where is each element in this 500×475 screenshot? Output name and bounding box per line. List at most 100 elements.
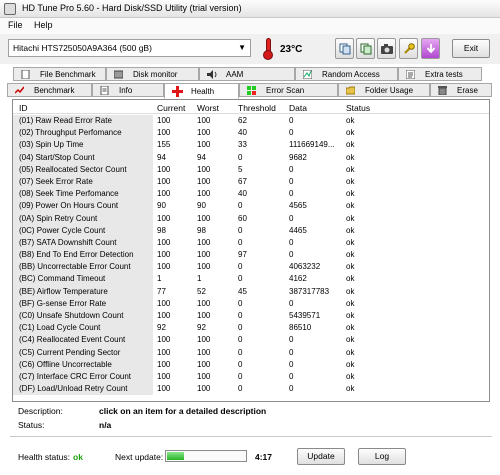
divider xyxy=(10,436,492,437)
log-button[interactable]: Log xyxy=(358,448,406,465)
status-value: ok xyxy=(346,237,355,247)
screenshot-button[interactable] xyxy=(377,38,396,59)
tab-aam[interactable]: AAM xyxy=(199,67,295,81)
raw-data-value: 387317783 xyxy=(289,286,330,296)
threshold-value: 0 xyxy=(238,323,243,333)
toolbar: Hitachi HTS725050A9A364 (500 gB) ▼ 23°C … xyxy=(0,34,500,64)
col-header-threshold[interactable]: Threshold xyxy=(238,103,276,113)
tab-file-benchmark[interactable]: File Benchmark xyxy=(13,67,106,81)
exit-button[interactable]: Exit xyxy=(452,39,490,58)
status-value: ok xyxy=(346,225,355,235)
col-header-data[interactable]: Data xyxy=(289,103,307,113)
attribute-name: (09) Power On Hours Count xyxy=(13,200,153,213)
tab-health[interactable]: Health xyxy=(164,83,239,99)
table-row[interactable]: (C7) Interface CRC Error Count 100 100 0 0 ok xyxy=(13,370,489,384)
threshold-value: 67 xyxy=(238,176,247,186)
current-value: 100 xyxy=(157,128,171,138)
status-value: ok xyxy=(346,176,355,186)
table-row[interactable]: (05) Reallocated Sector Count 100 100 5 0 ok xyxy=(13,163,489,176)
threshold-value: 5 xyxy=(238,164,243,174)
col-header-status[interactable]: Status xyxy=(346,103,370,113)
speaker-icon xyxy=(207,70,217,79)
tab-random-access[interactable]: Random Access xyxy=(295,67,398,81)
table-row[interactable]: (BF) G-sense Error Rate 100 100 0 0 ok xyxy=(13,297,489,310)
copy-button[interactable] xyxy=(335,38,354,59)
worst-value: 100 xyxy=(197,140,211,150)
table-row[interactable]: (B8) End To End Error Detection 100 100 97 0… xyxy=(13,249,489,262)
smart-table: ID Current Worst Threshold Data Status (… xyxy=(12,99,490,402)
trash-icon xyxy=(438,86,447,95)
status-bar: Health status: ok Next update: 4:17 Upda… xyxy=(0,445,500,467)
menu-help[interactable]: Help xyxy=(34,20,53,30)
col-header-worst[interactable]: Worst xyxy=(197,103,219,113)
attribute-name: (C0) Unsafe Shutdown Count xyxy=(13,310,153,323)
table-row[interactable]: (BC) Command Timeout 1 1 0 4162 ok xyxy=(13,273,489,286)
title-bar: HD Tune Pro 5.60 - Hard Disk/SSD Utility… xyxy=(0,0,500,18)
table-row[interactable]: (04) Start/Stop Count 94 94 0 9682 ok xyxy=(13,151,489,164)
menu-file[interactable]: File xyxy=(8,20,23,30)
col-header-id[interactable]: ID xyxy=(19,103,28,113)
info-icon xyxy=(100,86,109,95)
table-row[interactable]: (BB) Uncorrectable Error Count 100 100 0 406… xyxy=(13,261,489,274)
threshold-value: 0 xyxy=(238,152,243,162)
drive-select[interactable]: Hitachi HTS725050A9A364 (500 gB) ▼ xyxy=(8,39,251,57)
worst-value: 100 xyxy=(197,237,211,247)
table-row[interactable]: (08) Seek Time Perfomance 100 100 40 0 ok xyxy=(13,188,489,201)
table-row[interactable]: (C6) Offline Uncorrectable 100 100 0 0 ok xyxy=(13,358,489,371)
table-row[interactable]: (C5) Current Pending Sector 100 100 0 0 ok xyxy=(13,346,489,359)
tab-extra-tests[interactable]: Extra tests xyxy=(398,67,482,81)
status-value: ok xyxy=(346,213,355,223)
col-header-current[interactable]: Current xyxy=(157,103,185,113)
drive-select-value: Hitachi HTS725050A9A364 (500 gB) xyxy=(13,43,152,53)
tab-error-scan[interactable]: Error Scan xyxy=(239,83,338,97)
raw-data-value: 9682 xyxy=(289,152,307,162)
table-row[interactable]: (B7) SATA Downshift Count 100 100 0 0 ok xyxy=(13,236,489,250)
copy-all-icon xyxy=(360,43,372,55)
worst-value: 94 xyxy=(197,152,206,162)
threshold-value: 45 xyxy=(238,286,247,296)
table-row[interactable]: (0C) Power Cycle Count 98 98 0 4465 ok xyxy=(13,224,489,237)
tab-benchmark[interactable]: Benchmark xyxy=(7,83,92,97)
attribute-name: (0A) Spin Retry Count xyxy=(13,212,153,225)
tab-info[interactable]: Info xyxy=(92,83,164,97)
table-row[interactable]: (C0) Unsafe Shutdown Count 100 100 0 5439571… xyxy=(13,310,489,323)
table-row[interactable]: (03) Spin Up Time 155 100 33 111669149... ok xyxy=(13,139,489,152)
attribute-name: (DF) Load/Unload Retry Count xyxy=(13,383,153,396)
table-row[interactable]: (01) Raw Read Error Rate 100 100 62 0 ok xyxy=(13,115,489,128)
thermometer-icon xyxy=(262,38,274,60)
random-access-icon xyxy=(303,70,312,79)
health-status-value: ok xyxy=(73,452,83,462)
raw-data-value: 0 xyxy=(289,250,294,260)
worst-value: 100 xyxy=(197,335,211,345)
options-button[interactable] xyxy=(399,38,418,59)
table-row[interactable]: (02) Throughput Perfomance 100 100 40 0 ok xyxy=(13,127,489,140)
current-value: 100 xyxy=(157,213,171,223)
attribute-name: (08) Seek Time Perfomance xyxy=(13,188,153,201)
copy-all-button[interactable] xyxy=(356,38,375,59)
update-button[interactable]: Update xyxy=(297,448,345,465)
status-value: ok xyxy=(346,116,355,125)
threshold-value: 40 xyxy=(238,128,247,138)
raw-data-value: 0 xyxy=(289,237,294,247)
table-row[interactable]: (C4) Reallocated Event Count 100 100 0 0 ok xyxy=(13,334,489,347)
health-cross-icon xyxy=(172,86,183,97)
tab-erase[interactable]: Erase xyxy=(430,83,492,97)
tab-folder-usage[interactable]: Folder Usage xyxy=(338,83,430,97)
status-value: ok xyxy=(346,189,355,199)
raw-data-value: 0 xyxy=(289,335,294,345)
table-row[interactable]: (BE) Airflow Temperature 77 52 45 387317783 o… xyxy=(13,285,489,298)
current-value: 100 xyxy=(157,384,171,394)
attribute-name: (0C) Power Cycle Count xyxy=(13,224,153,237)
progress-fill xyxy=(167,452,184,460)
table-row[interactable]: (09) Power On Hours Count 90 90 0 4565 ok xyxy=(13,200,489,213)
worst-value: 100 xyxy=(197,250,211,260)
next-update-label: Next update: xyxy=(115,452,164,462)
save-button[interactable] xyxy=(421,38,440,59)
attribute-name: (C6) Offline Uncorrectable xyxy=(13,358,153,371)
table-row[interactable]: (C1) Load Cycle Count 92 92 0 86510 ok xyxy=(13,322,489,335)
table-row[interactable]: (07) Seek Error Rate 100 100 67 0 ok xyxy=(13,175,489,189)
attribute-name: (01) Raw Read Error Rate xyxy=(13,115,153,128)
table-row[interactable]: (0A) Spin Retry Count 100 100 60 0 ok xyxy=(13,212,489,225)
table-row[interactable]: (DF) Load/Unload Retry Count 100 100 0 0 ok xyxy=(13,383,489,396)
tab-disk-monitor[interactable]: Disk monitor xyxy=(106,67,199,81)
